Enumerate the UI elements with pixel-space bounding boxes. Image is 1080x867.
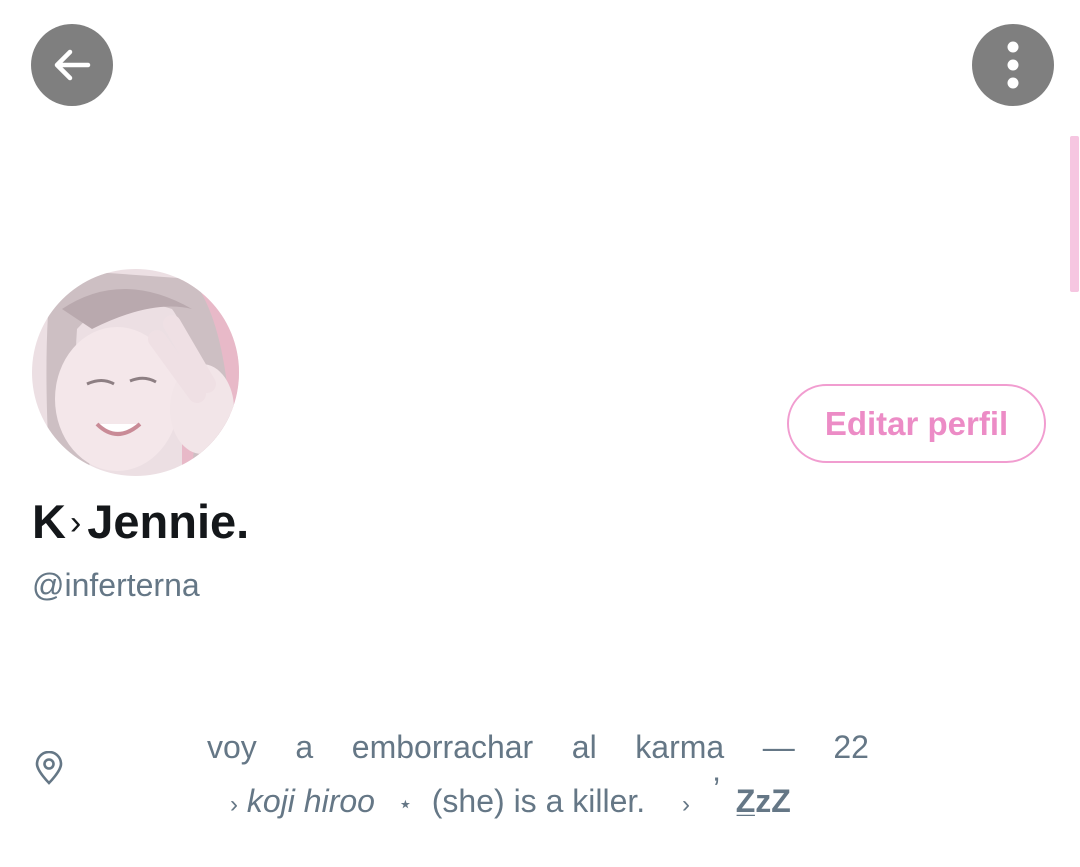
bio-word: a <box>295 729 314 765</box>
display-name-rest: Jennie. <box>87 495 250 548</box>
bio-line-2: › koji hiroo ⋆ (she) is a killer. › ’ Z̲… <box>230 771 791 825</box>
arrow-left-icon <box>54 49 91 81</box>
edit-profile-button[interactable]: Editar perfil <box>787 384 1046 463</box>
display-name-separator: › <box>69 504 82 542</box>
bio-line-1: voy a emborrachar al karma — 22 <box>207 727 869 767</box>
display-name-first: K <box>32 495 66 548</box>
user-handle: @inferterna <box>32 567 200 603</box>
avatar[interactable] <box>32 269 239 476</box>
more-vertical-icon <box>1007 41 1019 89</box>
back-button[interactable] <box>31 24 113 106</box>
location-pin-icon <box>35 751 63 785</box>
bio-word: emborrachar <box>351 729 534 765</box>
bio-word: al <box>571 729 597 765</box>
bio-word: 22 <box>833 729 869 765</box>
bio-prefix: › <box>230 791 238 818</box>
bio-word: voy <box>207 729 257 765</box>
bio-italic-text: koji hiroo <box>238 783 375 819</box>
bio-zzz: Z̲zZ <box>735 783 791 819</box>
bio-text: (she) is a killer. <box>422 783 646 819</box>
bio-word: — <box>762 729 795 765</box>
bio-star: ⋆ <box>397 791 413 818</box>
bio-word: karma <box>635 729 725 765</box>
more-options-button[interactable] <box>972 24 1054 106</box>
avatar-photo <box>32 269 239 476</box>
display-name: K › Jennie. <box>32 494 249 555</box>
bio-quote: ’ <box>712 771 719 807</box>
scroll-indicator[interactable] <box>1070 136 1079 292</box>
bio-arrow: › <box>682 791 691 818</box>
